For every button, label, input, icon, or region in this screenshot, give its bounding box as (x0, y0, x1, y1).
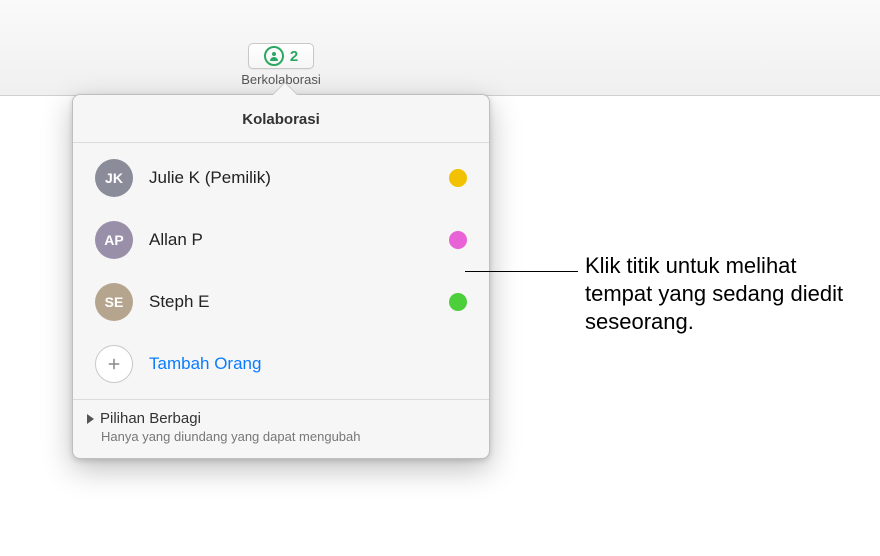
add-people-label: Tambah Orang (149, 354, 467, 374)
collaboration-icon (264, 46, 284, 66)
toolbar-background (0, 0, 880, 96)
avatar: AP (95, 221, 133, 259)
callout-leader-line (465, 271, 578, 272)
collaboration-popover: Kolaborasi JK Julie K (Pemilik) AP Allan… (72, 94, 490, 459)
collaboration-toolbar-button[interactable]: 2 (248, 43, 314, 69)
presence-dot[interactable] (449, 231, 467, 249)
plus-icon (95, 345, 133, 383)
share-options-section[interactable]: Pilihan Berbagi Hanya yang diundang yang… (73, 399, 489, 458)
callout-text: Klik titik untuk melihat tempat yang sed… (585, 252, 865, 336)
participant-row[interactable]: AP Allan P (73, 209, 489, 271)
participant-name: Allan P (149, 230, 433, 250)
participant-row[interactable]: SE Steph E (73, 271, 489, 333)
add-people-row[interactable]: Tambah Orang (73, 333, 489, 395)
participant-name: Julie K (Pemilik) (149, 168, 433, 188)
participant-row[interactable]: JK Julie K (Pemilik) (73, 147, 489, 209)
participant-name: Steph E (149, 292, 433, 312)
share-options-title: Pilihan Berbagi (100, 410, 201, 427)
popover-title: Kolaborasi (73, 95, 489, 143)
participants-list: JK Julie K (Pemilik) AP Allan P SE Steph… (73, 143, 489, 399)
share-options-subtitle: Hanya yang diundang yang dapat mengubah (101, 429, 475, 444)
collaboration-count: 2 (290, 48, 298, 65)
avatar: JK (95, 159, 133, 197)
presence-dot[interactable] (449, 169, 467, 187)
disclosure-triangle-icon[interactable] (87, 414, 94, 424)
presence-dot[interactable] (449, 293, 467, 311)
avatar: SE (95, 283, 133, 321)
